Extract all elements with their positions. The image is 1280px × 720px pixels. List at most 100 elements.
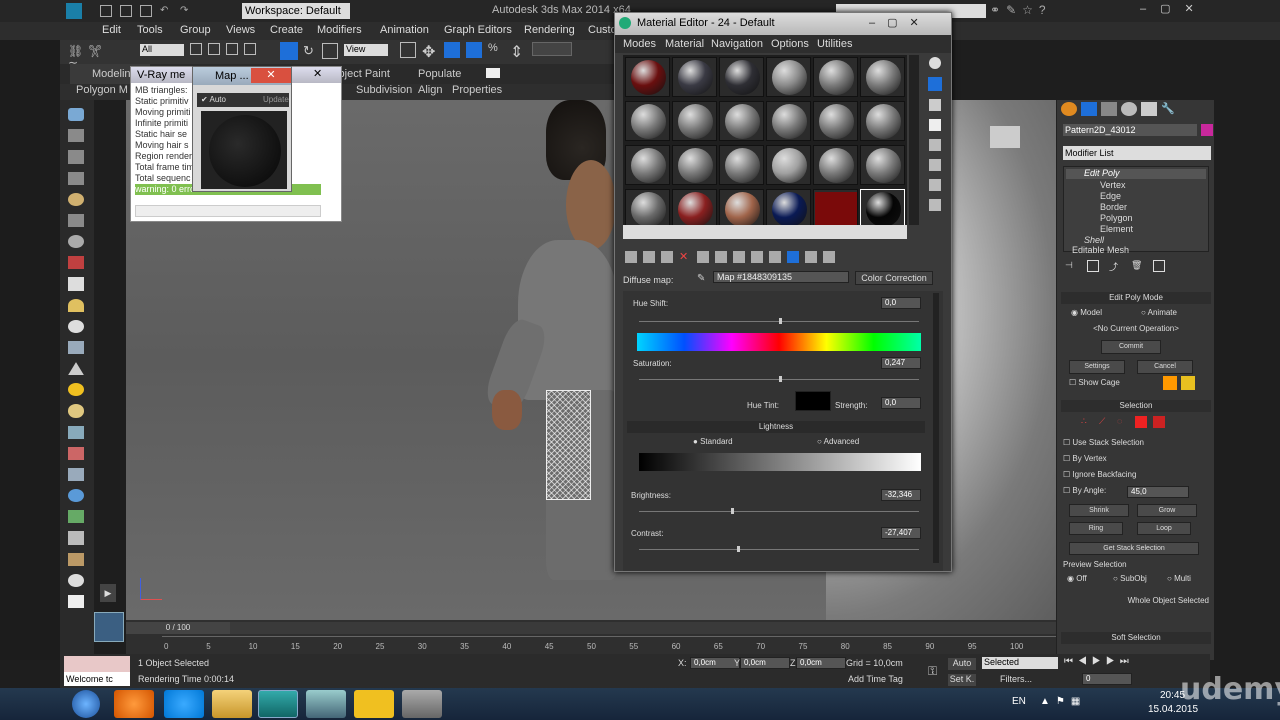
link-icon[interactable]: ⛓ [68,44,87,58]
ribbon-tab-populate[interactable]: Populate [418,68,461,80]
material-slot[interactable] [719,57,764,97]
select-by-name-icon[interactable] [208,43,220,55]
stack-item-editable-mesh[interactable]: Editable Mesh [1072,245,1129,255]
material-slot[interactable] [766,145,811,185]
vertex-level-icon[interactable]: ∴ [1081,416,1093,428]
tool-icon[interactable] [68,383,84,397]
show-end-result-icon[interactable] [769,251,781,263]
menu-tools[interactable]: Tools [137,24,163,36]
viewcube-icon[interactable] [990,126,1020,148]
ribbon-polygon-modeling[interactable]: Polygon M [76,84,128,96]
app-logo-icon[interactable] [66,3,82,19]
params-vscrollbar[interactable] [933,293,939,563]
eyedropper-icon[interactable]: ✎ [697,273,709,285]
undo-icon[interactable]: ↶ [160,5,172,17]
window-crossing-icon[interactable] [244,43,256,55]
close-icon[interactable]: ✕ [910,17,931,29]
menu-customize[interactable]: Custo [588,24,617,36]
x-coord-field[interactable]: 0,0cm [690,657,740,669]
tool-icon[interactable] [68,298,84,312]
put-to-library-icon[interactable] [715,251,727,263]
tool-icon[interactable] [68,489,84,503]
tool-icon[interactable] [68,446,84,460]
tool-icon[interactable] [68,404,84,418]
create-tab-icon[interactable] [1061,102,1077,116]
contrast-thumb[interactable] [737,546,740,552]
material-slot[interactable] [625,57,670,97]
selected-pocket-mesh[interactable] [546,390,591,500]
set-key-button[interactable]: Set K. [948,674,976,686]
material-slot[interactable] [813,57,858,97]
menu-modifiers[interactable]: Modifiers [317,24,362,36]
update-button[interactable]: Update [263,93,289,107]
material-slot[interactable] [860,189,905,229]
me-menu-utilities[interactable]: Utilities [817,38,852,50]
cage-selected-color-swatch[interactable] [1181,376,1195,390]
show-cage-checkbox[interactable]: ☐ Show Cage [1069,378,1120,387]
off-radio[interactable]: ◉ Off [1067,574,1087,583]
material-slot[interactable] [625,101,670,141]
ring-button[interactable]: Ring [1069,522,1123,535]
make-preview-icon[interactable] [929,159,941,171]
minimize-icon[interactable]: – [1140,3,1160,15]
y-coord-field[interactable]: 0,0cm [740,657,790,669]
play-icon[interactable]: ▶ [1092,656,1106,667]
tools-task-icon[interactable] [402,690,442,718]
material-slot[interactable] [672,57,717,97]
maximize-icon[interactable]: ▢ [1160,3,1184,15]
menu-graph-editors[interactable]: Graph Editors [444,24,512,36]
help-icon[interactable]: ? [1039,3,1052,17]
contrast-field[interactable]: -27,407 [881,527,921,539]
use-stack-selection-checkbox[interactable]: ☐ Use Stack Selection [1063,438,1209,447]
workspace-dropdown[interactable]: Workspace: Default [242,3,350,19]
hue-shift-field[interactable]: 0,0 [881,297,921,309]
3dsmax-task-icon[interactable] [258,690,298,718]
material-slot[interactable] [860,101,905,141]
tool-icon[interactable] [68,467,84,482]
map-close-icon[interactable]: ✕ [251,68,291,83]
tool-icon[interactable] [68,319,84,333]
material-slot[interactable] [625,145,670,185]
stack-item-polygon[interactable]: Polygon [1100,213,1133,223]
maximize-icon[interactable]: ▢ [887,17,909,29]
make-unique-icon[interactable] [697,251,709,263]
explorer-task-icon[interactable] [212,690,252,718]
element-level-icon[interactable] [1153,416,1165,428]
material-slot[interactable] [719,189,764,229]
current-frame-field[interactable]: 0 [1082,673,1132,685]
skype-task-icon[interactable] [164,690,204,718]
redo-icon[interactable]: ↷ [180,5,192,17]
tool-icon[interactable] [68,171,84,185]
z-coord-field[interactable]: 0,0cm [796,657,846,669]
tool-icon[interactable] [68,594,84,609]
sample-type-icon[interactable] [929,57,941,69]
configure-sets-icon[interactable] [1153,260,1165,272]
tool-icon[interactable] [68,362,84,376]
tool-icon[interactable] [68,573,84,587]
selection-header[interactable]: Selection [1061,400,1211,412]
go-to-end-icon[interactable]: ⏭ [1120,656,1134,667]
tool-icon[interactable] [68,150,84,164]
pick-material-icon[interactable] [823,251,835,263]
me-menu-modes[interactable]: Modes [623,38,656,50]
tool-icon[interactable] [68,256,84,270]
material-slot[interactable] [625,189,670,229]
m-app-task-icon[interactable] [354,690,394,718]
key-icon[interactable]: ⚿ [928,664,942,678]
go-forward-icon[interactable] [805,251,817,263]
stack-item-shell[interactable]: Shell [1084,235,1104,245]
ribbon-align[interactable]: Align [418,84,442,96]
edit-poly-mode-header[interactable]: Edit Poly Mode [1061,292,1211,304]
ref-coord-dropdown[interactable]: View [344,44,388,56]
grow-button[interactable]: Grow [1137,504,1197,517]
multi-radio[interactable]: ○ Multi [1167,574,1191,583]
named-selection-sets[interactable] [532,42,572,56]
tool-icon[interactable] [68,129,84,143]
remove-modifier-icon[interactable]: 🗑 [1131,260,1143,272]
tray-arrow-icon[interactable]: ▲ [1040,696,1056,707]
stack-item-edit-poly[interactable]: Edit Poly [1084,168,1120,178]
settings-button[interactable]: Settings [1069,360,1125,374]
language-indicator[interactable]: EN [1012,696,1026,707]
menu-edit[interactable]: Edit [102,24,121,36]
material-slot[interactable] [766,101,811,141]
